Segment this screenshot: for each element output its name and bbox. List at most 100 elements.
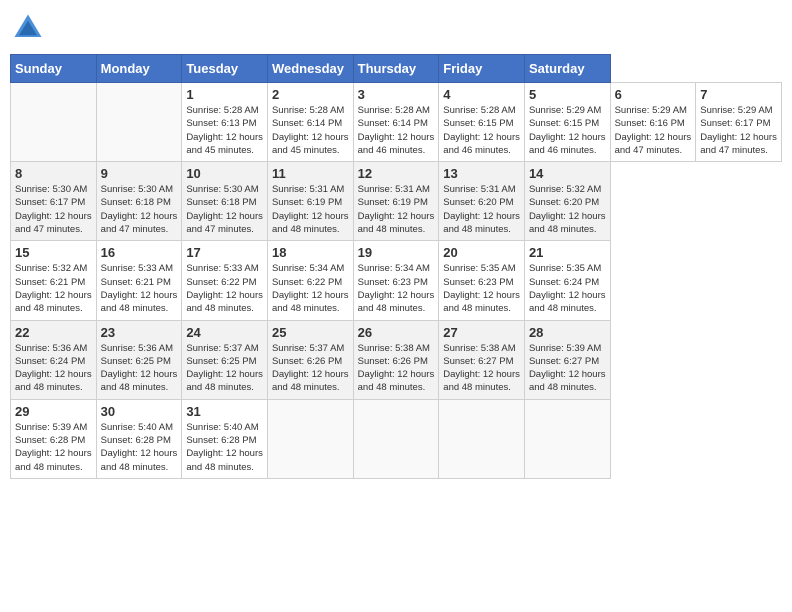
- day-number: 11: [272, 166, 349, 181]
- calendar-cell: 20 Sunrise: 5:35 AM Sunset: 6:23 PM Dayl…: [439, 241, 525, 320]
- calendar-header: SundayMondayTuesdayWednesdayThursdayFrid…: [11, 55, 782, 83]
- calendar-cell: 15 Sunrise: 5:32 AM Sunset: 6:21 PM Dayl…: [11, 241, 97, 320]
- day-info: Sunrise: 5:34 AM Sunset: 6:22 PM Dayligh…: [272, 262, 349, 315]
- day-number: 9: [101, 166, 178, 181]
- day-number: 30: [101, 404, 178, 419]
- calendar-cell: [11, 83, 97, 162]
- day-number: 1: [186, 87, 263, 102]
- calendar-cell: 1 Sunrise: 5:28 AM Sunset: 6:13 PM Dayli…: [182, 83, 268, 162]
- day-info: Sunrise: 5:30 AM Sunset: 6:17 PM Dayligh…: [15, 183, 92, 236]
- day-info: Sunrise: 5:40 AM Sunset: 6:28 PM Dayligh…: [186, 421, 263, 474]
- calendar-cell: 18 Sunrise: 5:34 AM Sunset: 6:22 PM Dayl…: [267, 241, 353, 320]
- header-day-wednesday: Wednesday: [267, 55, 353, 83]
- calendar-cell: [267, 399, 353, 478]
- calendar-cell: 24 Sunrise: 5:37 AM Sunset: 6:25 PM Dayl…: [182, 320, 268, 399]
- day-number: 24: [186, 325, 263, 340]
- day-info: Sunrise: 5:29 AM Sunset: 6:16 PM Dayligh…: [615, 104, 692, 157]
- week-row-2: 8 Sunrise: 5:30 AM Sunset: 6:17 PM Dayli…: [11, 162, 782, 241]
- header-day-sunday: Sunday: [11, 55, 97, 83]
- day-info: Sunrise: 5:36 AM Sunset: 6:24 PM Dayligh…: [15, 342, 92, 395]
- calendar-body: 1 Sunrise: 5:28 AM Sunset: 6:13 PM Dayli…: [11, 83, 782, 479]
- calendar-cell: 6 Sunrise: 5:29 AM Sunset: 6:16 PM Dayli…: [610, 83, 696, 162]
- calendar-cell: 9 Sunrise: 5:30 AM Sunset: 6:18 PM Dayli…: [96, 162, 182, 241]
- day-info: Sunrise: 5:32 AM Sunset: 6:21 PM Dayligh…: [15, 262, 92, 315]
- day-info: Sunrise: 5:36 AM Sunset: 6:25 PM Dayligh…: [101, 342, 178, 395]
- calendar-cell: 17 Sunrise: 5:33 AM Sunset: 6:22 PM Dayl…: [182, 241, 268, 320]
- day-number: 16: [101, 245, 178, 260]
- day-number: 29: [15, 404, 92, 419]
- day-number: 10: [186, 166, 263, 181]
- day-number: 3: [358, 87, 435, 102]
- logo: [10, 10, 50, 46]
- day-info: Sunrise: 5:28 AM Sunset: 6:13 PM Dayligh…: [186, 104, 263, 157]
- week-row-5: 29 Sunrise: 5:39 AM Sunset: 6:28 PM Dayl…: [11, 399, 782, 478]
- day-info: Sunrise: 5:30 AM Sunset: 6:18 PM Dayligh…: [101, 183, 178, 236]
- week-row-4: 22 Sunrise: 5:36 AM Sunset: 6:24 PM Dayl…: [11, 320, 782, 399]
- logo-icon: [10, 10, 46, 46]
- day-info: Sunrise: 5:31 AM Sunset: 6:19 PM Dayligh…: [358, 183, 435, 236]
- day-info: Sunrise: 5:39 AM Sunset: 6:28 PM Dayligh…: [15, 421, 92, 474]
- day-number: 13: [443, 166, 520, 181]
- calendar-cell: [524, 399, 610, 478]
- day-info: Sunrise: 5:29 AM Sunset: 6:17 PM Dayligh…: [700, 104, 777, 157]
- day-info: Sunrise: 5:29 AM Sunset: 6:15 PM Dayligh…: [529, 104, 606, 157]
- day-number: 31: [186, 404, 263, 419]
- week-row-3: 15 Sunrise: 5:32 AM Sunset: 6:21 PM Dayl…: [11, 241, 782, 320]
- day-info: Sunrise: 5:33 AM Sunset: 6:21 PM Dayligh…: [101, 262, 178, 315]
- calendar-cell: 25 Sunrise: 5:37 AM Sunset: 6:26 PM Dayl…: [267, 320, 353, 399]
- day-info: Sunrise: 5:40 AM Sunset: 6:28 PM Dayligh…: [101, 421, 178, 474]
- day-info: Sunrise: 5:37 AM Sunset: 6:26 PM Dayligh…: [272, 342, 349, 395]
- day-number: 8: [15, 166, 92, 181]
- calendar-cell: 23 Sunrise: 5:36 AM Sunset: 6:25 PM Dayl…: [96, 320, 182, 399]
- calendar-cell: 29 Sunrise: 5:39 AM Sunset: 6:28 PM Dayl…: [11, 399, 97, 478]
- day-info: Sunrise: 5:31 AM Sunset: 6:20 PM Dayligh…: [443, 183, 520, 236]
- header-day-tuesday: Tuesday: [182, 55, 268, 83]
- calendar-cell: [353, 399, 439, 478]
- calendar-cell: 26 Sunrise: 5:38 AM Sunset: 6:26 PM Dayl…: [353, 320, 439, 399]
- calendar-cell: 14 Sunrise: 5:32 AM Sunset: 6:20 PM Dayl…: [524, 162, 610, 241]
- header-row: SundayMondayTuesdayWednesdayThursdayFrid…: [11, 55, 782, 83]
- calendar-cell: 21 Sunrise: 5:35 AM Sunset: 6:24 PM Dayl…: [524, 241, 610, 320]
- day-info: Sunrise: 5:39 AM Sunset: 6:27 PM Dayligh…: [529, 342, 606, 395]
- day-info: Sunrise: 5:38 AM Sunset: 6:27 PM Dayligh…: [443, 342, 520, 395]
- day-number: 17: [186, 245, 263, 260]
- day-info: Sunrise: 5:31 AM Sunset: 6:19 PM Dayligh…: [272, 183, 349, 236]
- calendar-cell: 28 Sunrise: 5:39 AM Sunset: 6:27 PM Dayl…: [524, 320, 610, 399]
- day-number: 25: [272, 325, 349, 340]
- day-info: Sunrise: 5:30 AM Sunset: 6:18 PM Dayligh…: [186, 183, 263, 236]
- calendar-cell: 16 Sunrise: 5:33 AM Sunset: 6:21 PM Dayl…: [96, 241, 182, 320]
- calendar-cell: 19 Sunrise: 5:34 AM Sunset: 6:23 PM Dayl…: [353, 241, 439, 320]
- calendar-table: SundayMondayTuesdayWednesdayThursdayFrid…: [10, 54, 782, 479]
- day-info: Sunrise: 5:28 AM Sunset: 6:14 PM Dayligh…: [358, 104, 435, 157]
- calendar-cell: 2 Sunrise: 5:28 AM Sunset: 6:14 PM Dayli…: [267, 83, 353, 162]
- day-info: Sunrise: 5:35 AM Sunset: 6:24 PM Dayligh…: [529, 262, 606, 315]
- day-number: 5: [529, 87, 606, 102]
- day-number: 14: [529, 166, 606, 181]
- day-number: 28: [529, 325, 606, 340]
- calendar-cell: [96, 83, 182, 162]
- day-number: 12: [358, 166, 435, 181]
- day-info: Sunrise: 5:37 AM Sunset: 6:25 PM Dayligh…: [186, 342, 263, 395]
- calendar-cell: 5 Sunrise: 5:29 AM Sunset: 6:15 PM Dayli…: [524, 83, 610, 162]
- day-info: Sunrise: 5:35 AM Sunset: 6:23 PM Dayligh…: [443, 262, 520, 315]
- calendar-cell: 22 Sunrise: 5:36 AM Sunset: 6:24 PM Dayl…: [11, 320, 97, 399]
- week-row-1: 1 Sunrise: 5:28 AM Sunset: 6:13 PM Dayli…: [11, 83, 782, 162]
- day-number: 4: [443, 87, 520, 102]
- calendar-cell: 4 Sunrise: 5:28 AM Sunset: 6:15 PM Dayli…: [439, 83, 525, 162]
- day-info: Sunrise: 5:38 AM Sunset: 6:26 PM Dayligh…: [358, 342, 435, 395]
- header-day-thursday: Thursday: [353, 55, 439, 83]
- calendar-cell: 31 Sunrise: 5:40 AM Sunset: 6:28 PM Dayl…: [182, 399, 268, 478]
- calendar-cell: 8 Sunrise: 5:30 AM Sunset: 6:17 PM Dayli…: [11, 162, 97, 241]
- day-number: 20: [443, 245, 520, 260]
- header-day-monday: Monday: [96, 55, 182, 83]
- page-header: [10, 10, 782, 46]
- day-number: 6: [615, 87, 692, 102]
- day-info: Sunrise: 5:33 AM Sunset: 6:22 PM Dayligh…: [186, 262, 263, 315]
- header-day-saturday: Saturday: [524, 55, 610, 83]
- day-number: 7: [700, 87, 777, 102]
- calendar-cell: 11 Sunrise: 5:31 AM Sunset: 6:19 PM Dayl…: [267, 162, 353, 241]
- calendar-cell: 3 Sunrise: 5:28 AM Sunset: 6:14 PM Dayli…: [353, 83, 439, 162]
- calendar-cell: 10 Sunrise: 5:30 AM Sunset: 6:18 PM Dayl…: [182, 162, 268, 241]
- day-info: Sunrise: 5:28 AM Sunset: 6:14 PM Dayligh…: [272, 104, 349, 157]
- calendar-cell: [439, 399, 525, 478]
